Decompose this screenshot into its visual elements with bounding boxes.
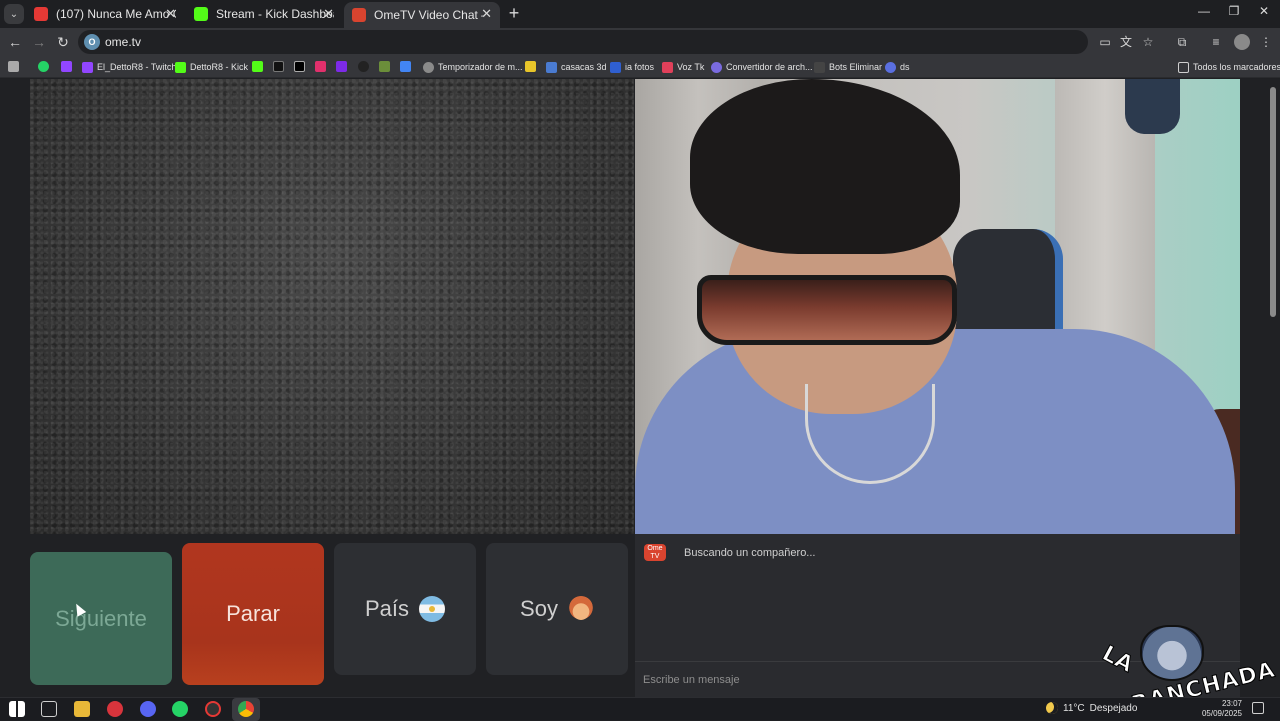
bots-icon [814, 61, 825, 73]
convertidor-icon [711, 61, 722, 73]
restore-icon[interactable]: ❐ [1224, 4, 1244, 18]
youtube-icon [34, 7, 48, 21]
puzzle-icon[interactable] [379, 61, 390, 72]
tab-youtube[interactable]: (107) Nunca Me Amo Guarache ✕ [26, 2, 184, 26]
argentina-flag-icon [419, 596, 446, 622]
windows-taskbar: 11°C Despejado 23:07 05/09/2025 [0, 697, 1280, 721]
bookmark-casacas[interactable]: casacas 3d [546, 60, 607, 74]
media-controls-icon[interactable]: ≡ [1208, 34, 1224, 50]
ometv-logo-icon: Ome TV [644, 544, 666, 561]
x-icon[interactable] [294, 61, 305, 72]
bookmark-ia-fotos[interactable]: ia fotos [610, 60, 654, 74]
folder-icon [1178, 61, 1189, 73]
system-clock[interactable]: 23:07 05/09/2025 [1196, 699, 1242, 719]
hanging-jacket [1125, 79, 1180, 134]
forward-icon[interactable]: → [30, 33, 48, 51]
file-explorer-icon[interactable] [74, 701, 90, 717]
voz-tk-icon [662, 61, 673, 73]
site-info-icon[interactable]: O [84, 34, 100, 50]
bookmark-kick[interactable]: DettoR8 - Kick [175, 60, 248, 74]
hair [690, 79, 960, 254]
bookmark-voz-tk[interactable]: Voz Tk [662, 60, 704, 74]
translate-icon[interactable]: 文 [1118, 34, 1134, 50]
page-scrollbar[interactable] [1270, 87, 1276, 317]
remote-video [635, 79, 1240, 534]
kick-icon [194, 7, 208, 21]
person-emoji-icon [567, 596, 594, 622]
tab-title: (107) Nunca Me Amo Guarache [56, 7, 176, 21]
bookmark-bots-eliminar[interactable]: Bots Eliminar [814, 60, 882, 74]
chrome-icon[interactable] [238, 701, 254, 717]
bookmark-twitch[interactable]: El_DettoR8 - Twitch [82, 60, 176, 74]
kick-icon[interactable] [252, 61, 263, 72]
timer-icon [423, 61, 434, 73]
dark-site-icon[interactable] [358, 61, 369, 72]
tab-kick-dashboard[interactable]: Stream - Kick Dashboard ✕ [186, 2, 342, 26]
task-view-icon[interactable] [41, 701, 57, 717]
message-placeholder: Escribe un mensaje [643, 674, 740, 686]
canva-icon[interactable] [336, 61, 347, 72]
tab-ometv[interactable]: OmeTV Video Chat — Ome ✕ [344, 2, 500, 28]
browser-toolbar: ← → ↻ O ome.tv ▭ 文 ☆ ⧉ ≡ ⋮ [0, 28, 1280, 56]
tab-search-button[interactable]: ⌄ [4, 4, 24, 24]
instagram-icon[interactable] [315, 61, 326, 72]
moon-icon [1046, 702, 1058, 714]
obs-icon[interactable] [205, 701, 221, 717]
close-tab-icon[interactable]: ✕ [165, 6, 176, 22]
tab-title: OmeTV Video Chat — Ome [374, 8, 484, 22]
bookmark-ds[interactable]: ds [885, 60, 910, 74]
all-bookmarks-folder[interactable]: Todos los marcadores [1178, 60, 1280, 74]
kick-icon [175, 61, 186, 73]
bookmarks-bar: El_DettoR8 - Twitch DettoR8 - Kick Tempo… [0, 56, 1280, 78]
sunglasses [697, 275, 957, 345]
tiktok-icon[interactable] [273, 61, 284, 72]
next-button[interactable]: Siguiente [30, 552, 172, 685]
notifications-icon[interactable] [1252, 702, 1264, 714]
casacas-icon [546, 61, 557, 73]
whatsapp-icon[interactable] [38, 61, 49, 72]
cast-icon[interactable]: ▭ [1097, 34, 1113, 50]
google-apps-icon[interactable] [400, 61, 411, 72]
reload-icon[interactable]: ↻ [54, 33, 72, 51]
back-icon[interactable]: ← [6, 33, 24, 51]
tab-strip: ⌄ (107) Nunca Me Amo Guarache ✕ Stream -… [0, 0, 1280, 28]
minimize-icon[interactable]: — [1194, 4, 1214, 18]
address-bar[interactable]: O ome.tv [78, 30, 1088, 54]
url-text: ome.tv [105, 35, 142, 49]
folder-site-icon[interactable] [525, 61, 536, 72]
twitch-icon [82, 61, 93, 73]
ometv-page: Siguiente Parar País Soy Ome TV Buscando… [0, 79, 1280, 697]
new-tab-button[interactable]: + [504, 4, 524, 24]
chat-status: Buscando un compañero... [684, 547, 816, 559]
ia-fotos-icon [610, 61, 621, 73]
twitch-icon[interactable] [61, 61, 72, 72]
close-tab-icon[interactable]: ✕ [481, 6, 492, 22]
ds-icon [885, 61, 896, 73]
close-window-icon[interactable]: ✕ [1254, 4, 1274, 18]
gender-button[interactable]: Soy [486, 543, 628, 675]
extensions-icon[interactable]: ⧉ [1174, 34, 1190, 50]
discord-icon[interactable] [140, 701, 156, 717]
apps-grid-icon[interactable] [8, 61, 19, 72]
windows-start-icon[interactable] [9, 701, 25, 717]
profile-avatar[interactable] [1234, 34, 1250, 50]
whatsapp-icon[interactable] [172, 701, 188, 717]
stop-button[interactable]: Parar [182, 543, 324, 685]
bookmark-convertidor[interactable]: Convertidor de arch... [711, 60, 813, 74]
country-button[interactable]: País [334, 543, 476, 675]
tab-title: Stream - Kick Dashboard [216, 7, 334, 21]
bookmark-star-icon[interactable]: ☆ [1140, 34, 1156, 50]
app-red-icon[interactable] [107, 701, 123, 717]
bookmark-temporizador[interactable]: Temporizador de m... [423, 60, 523, 74]
local-video-static [30, 79, 634, 534]
close-tab-icon[interactable]: ✕ [323, 6, 334, 22]
ometv-icon [352, 8, 366, 22]
boar-mascot-icon [1140, 625, 1204, 681]
weather-widget[interactable]: 11°C Despejado [1046, 702, 1137, 714]
menu-kebab-icon[interactable]: ⋮ [1258, 34, 1274, 50]
